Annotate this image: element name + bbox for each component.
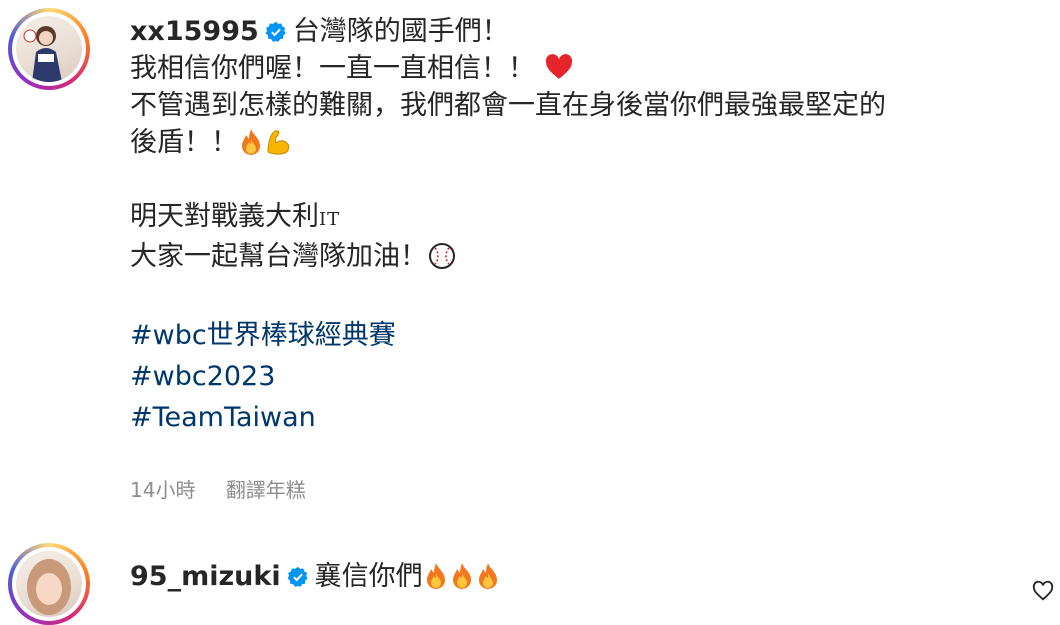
italy-flag-letters: IT xyxy=(319,209,341,230)
fire-emoji xyxy=(426,563,445,589)
comment-2-body: 95_mizuki 襄信你們 xyxy=(130,558,1030,595)
comment-1-meta: 14小時 翻譯年糕 xyxy=(130,474,330,503)
baseball-emoji xyxy=(429,243,455,269)
fire-emoji xyxy=(452,563,471,589)
avatar-xx15995[interactable] xyxy=(8,8,90,90)
red-heart-emoji xyxy=(545,54,572,79)
fire-emoji xyxy=(478,563,497,589)
comment-1-line-2: 不管遇到怎樣的難關，我們都會一直在身後當你們最強最堅定的 xyxy=(130,90,886,121)
hashtag-teamtaiwan[interactable]: #TeamTaiwan xyxy=(130,397,1030,438)
comment-1-line-3: 後盾！！ xyxy=(130,124,1030,161)
hashtag-wbc2023[interactable]: #wbc2023 xyxy=(130,356,1030,397)
avatar-95-mizuki[interactable] xyxy=(8,543,90,625)
translator-link[interactable]: 翻譯年糕 xyxy=(226,478,306,502)
username[interactable]: xx15995 xyxy=(130,16,259,47)
comment-1-line-1: 我相信你們喔！一直一直相信！！ xyxy=(130,50,1030,87)
fire-emoji xyxy=(242,129,260,155)
comment-1-first-line: xx15995 台灣隊的國手們！ xyxy=(130,13,1030,50)
heart-outline-icon[interactable] xyxy=(1032,580,1054,602)
comment-1-body: xx15995 台灣隊的國手們！ 我相信你們喔！一直一直相信！！ 不管遇到怎樣的難… xyxy=(130,13,1030,438)
comment-1-opening: 台灣隊的國手們！ xyxy=(292,16,509,47)
comment-1-line-4: 明天對戰義大利IT xyxy=(130,201,341,232)
comment-1-line-5: 大家一起幫台灣隊加油！ xyxy=(130,238,1030,275)
flexed-biceps-emoji xyxy=(267,130,290,155)
comment-2-text: 襄信你們 xyxy=(314,561,423,592)
verified-badge-icon xyxy=(287,566,308,587)
username[interactable]: 95_mizuki xyxy=(130,561,281,592)
verified-badge-icon xyxy=(265,21,286,42)
comment-time: 14小時 xyxy=(130,478,196,502)
hashtag-wbc-classic[interactable]: #wbc世界棒球經典賽 xyxy=(130,315,1030,356)
